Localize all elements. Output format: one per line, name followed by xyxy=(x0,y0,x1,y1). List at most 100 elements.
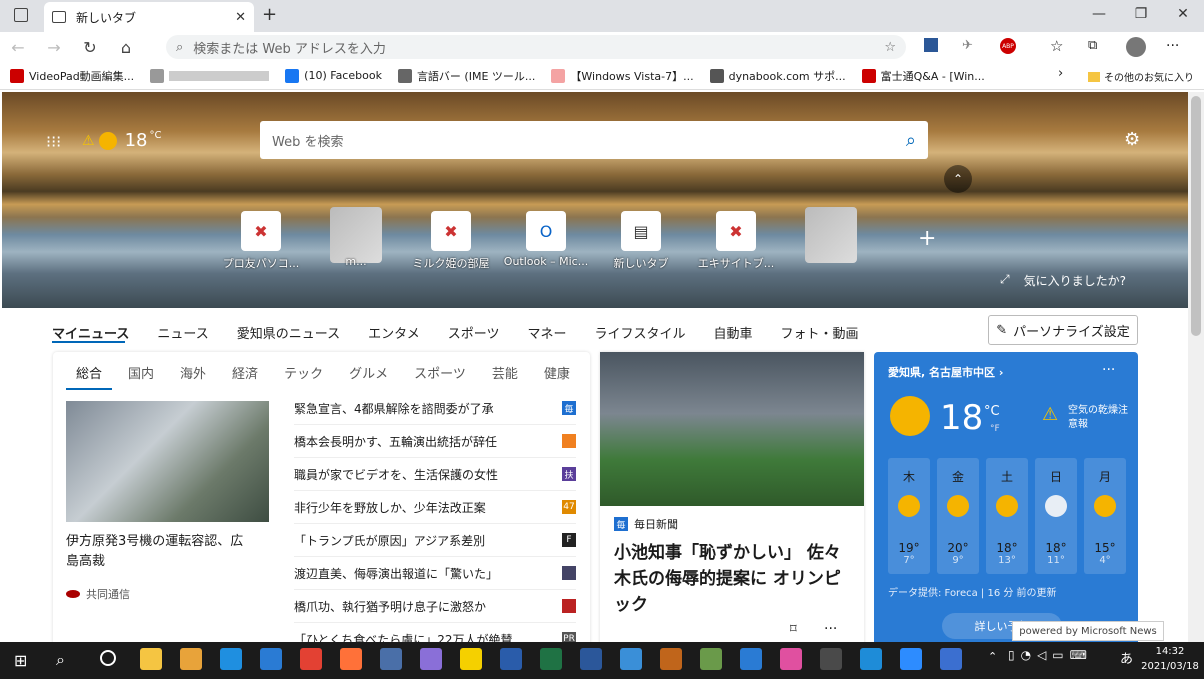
favorite-item[interactable]: dynabook.com サポ... xyxy=(709,68,846,84)
taskbar-app-icon[interactable] xyxy=(540,648,562,670)
taskbar-app-icon[interactable] xyxy=(460,648,482,670)
favorite-item[interactable]: (10) Facebook xyxy=(285,68,382,83)
cortana-icon[interactable] xyxy=(100,650,116,666)
adblock-icon[interactable]: ABP xyxy=(1000,38,1016,54)
scrollbar[interactable] xyxy=(1188,92,1204,642)
weather-unit-f[interactable]: °F xyxy=(990,424,1000,434)
taskbar-app-icon[interactable] xyxy=(180,648,202,670)
tab-new[interactable]: 新しいタブ ✕ xyxy=(44,2,254,32)
sub-nav-tab[interactable]: 総合 xyxy=(76,363,102,382)
ime-indicator[interactable]: あ xyxy=(1120,648,1133,667)
sub-nav-tab[interactable]: 経済 xyxy=(232,363,258,382)
personalize-button[interactable]: ✎ パーソナライズ設定 xyxy=(988,315,1138,345)
favorite-item[interactable] xyxy=(150,68,270,83)
favorite-item[interactable]: 【Windows Vista-7】... xyxy=(551,68,694,84)
weather-more-icon[interactable]: ··· xyxy=(1102,362,1115,378)
minimize-icon[interactable]: — xyxy=(1084,6,1114,22)
like-prompt[interactable]: ⤢ 気に入りましたか? xyxy=(1000,272,1126,289)
headline-row[interactable]: 橋本会長明かす、五輪演出統括が辞任 xyxy=(294,425,576,458)
new-tab-plus-icon[interactable]: + xyxy=(262,4,277,25)
address-bar[interactable]: ⌕ 検索または Web アドレスを入力 ☆ xyxy=(166,35,906,59)
news-nav-tab[interactable]: スポーツ xyxy=(448,323,500,342)
taskbar-app-icon[interactable] xyxy=(780,648,802,670)
windows-start-icon[interactable]: ⊞ xyxy=(14,651,27,670)
add-site-plus-icon[interactable]: + xyxy=(918,226,936,251)
taskbar-app-icon[interactable] xyxy=(940,648,962,670)
forecast-day[interactable]: 月 15° 4° xyxy=(1084,458,1126,574)
news-nav-tab[interactable]: 自動車 xyxy=(713,323,752,342)
mid-story-title[interactable]: 小池知事「恥ずかしい」 佐々木氏の侮辱的提案に オリンピック xyxy=(614,540,854,618)
headline-row[interactable]: 「トランプ氏が原因」アジア系差別 F xyxy=(294,524,576,557)
forecast-day[interactable]: 金 20° 9° xyxy=(937,458,979,574)
taskbar-app-icon[interactable] xyxy=(300,648,322,670)
taskbar-app-icon[interactable] xyxy=(260,648,282,670)
sub-nav-tab[interactable]: 国内 xyxy=(128,363,154,382)
headline-row[interactable]: 橋爪功、執行猶予明け息子に激怒か xyxy=(294,590,576,623)
news-nav-tab[interactable]: ライフスタイル xyxy=(594,323,685,342)
weather-location[interactable]: 愛知県, 名古屋市中区 › xyxy=(888,364,1003,380)
top-site-tile[interactable]: O xyxy=(526,211,566,251)
taskbar-search-icon[interactable]: ⌕ xyxy=(56,650,65,670)
news-nav-tab[interactable]: マネー xyxy=(527,323,566,342)
taskbar-app-icon[interactable] xyxy=(340,648,362,670)
taskbar-app-icon[interactable] xyxy=(860,648,882,670)
headline-row[interactable]: 渡辺直美、侮辱演出報道に「驚いた」 xyxy=(294,557,576,590)
sub-nav-tab[interactable]: 海外 xyxy=(180,363,206,382)
left-story-title[interactable]: 伊方原発3号機の運転容認、広島高裁 xyxy=(66,532,256,572)
taskbar-app-icon[interactable] xyxy=(620,648,642,670)
home-icon[interactable]: ⌂ xyxy=(108,38,144,57)
news-nav-tab[interactable]: ニュース xyxy=(157,323,208,342)
headline-row[interactable]: 非行少年を野放しか、少年法改正案 47 xyxy=(294,491,576,524)
headline-row[interactable]: 緊急宣言、4都県解除を諮問委が了承 毎 xyxy=(294,392,576,425)
forward-icon[interactable]: → xyxy=(36,38,72,57)
mid-story-image[interactable] xyxy=(600,352,864,506)
extension-plane-icon[interactable]: ✈ xyxy=(962,38,973,53)
settings-gear-icon[interactable]: ⚙ xyxy=(1124,129,1140,150)
sub-nav-tab[interactable]: スポーツ xyxy=(414,363,466,382)
collections-icon[interactable]: ⧉ xyxy=(1088,38,1097,53)
favorite-item[interactable]: 言語バー (IME ツール... xyxy=(397,68,535,84)
top-site-tile[interactable]: ✖ xyxy=(241,211,281,251)
favorite-item[interactable]: 富士通Q&A - [Win... xyxy=(861,68,985,84)
hero-weather[interactable]: ⚠ 18 °C xyxy=(82,130,161,151)
bookmark-icon[interactable]: ⌑ xyxy=(790,622,797,637)
add-favorite-icon[interactable]: ☆ xyxy=(884,40,896,55)
taskbar-app-icon[interactable] xyxy=(900,648,922,670)
taskbar-app-icon[interactable] xyxy=(740,648,762,670)
taskbar-app-icon[interactable] xyxy=(700,648,722,670)
collapse-chevron-icon[interactable]: ⌃ xyxy=(944,165,972,193)
close-tab-icon[interactable]: ✕ xyxy=(235,10,246,25)
top-site-tile[interactable] xyxy=(805,207,857,263)
story-image[interactable] xyxy=(66,401,269,522)
extension-icon[interactable] xyxy=(924,38,938,52)
weather-unit-c[interactable]: °C xyxy=(984,404,1000,419)
forecast-day[interactable]: 木 19° 7° xyxy=(888,458,930,574)
weather-alert[interactable]: 空気の乾燥注意報 xyxy=(1068,404,1128,432)
web-search-box[interactable]: Web を検索 ⌕ xyxy=(260,121,928,159)
sub-nav-tab[interactable]: テック xyxy=(284,363,323,382)
sub-nav-tab[interactable]: グルメ xyxy=(349,363,388,382)
taskbar-app-icon[interactable] xyxy=(580,648,602,670)
close-window-icon[interactable]: ✕ xyxy=(1168,6,1198,22)
headline-row[interactable]: 職員が家でビデオを、生活保護の女性 扶 xyxy=(294,458,576,491)
profile-avatar[interactable] xyxy=(1126,37,1146,57)
news-nav-tab[interactable]: フォト・動画 xyxy=(781,323,859,342)
more-menu-icon[interactable]: ··· xyxy=(1166,38,1179,54)
top-site-tile[interactable]: ▤ xyxy=(621,211,661,251)
news-nav-tab[interactable]: マイニュース xyxy=(52,323,129,342)
other-favorites[interactable]: その他のお気に入り xyxy=(1088,69,1194,84)
news-nav-tab[interactable]: 愛知県のニュース xyxy=(237,323,340,342)
taskbar-clock[interactable]: 14:32 2021/03/18 xyxy=(1140,644,1200,674)
favorite-item[interactable]: VideoPad動画編集... xyxy=(10,68,134,84)
top-site-tile[interactable]: ✖ xyxy=(431,211,471,251)
tray-chevron-icon[interactable]: ⌃ xyxy=(988,650,997,663)
tab-actions-icon[interactable] xyxy=(14,8,28,22)
forecast-day[interactable]: 土 18° 13° xyxy=(986,458,1028,574)
taskbar-app-icon[interactable] xyxy=(140,648,162,670)
taskbar-app-icon[interactable] xyxy=(380,648,402,670)
taskbar-app-icon[interactable] xyxy=(660,648,682,670)
top-site-tile[interactable]: ✖ xyxy=(716,211,756,251)
news-nav-tab[interactable]: エンタメ xyxy=(368,323,420,342)
favorites-icon[interactable]: ☆ xyxy=(1050,37,1063,55)
sub-nav-tab[interactable]: 健康 xyxy=(544,363,570,382)
